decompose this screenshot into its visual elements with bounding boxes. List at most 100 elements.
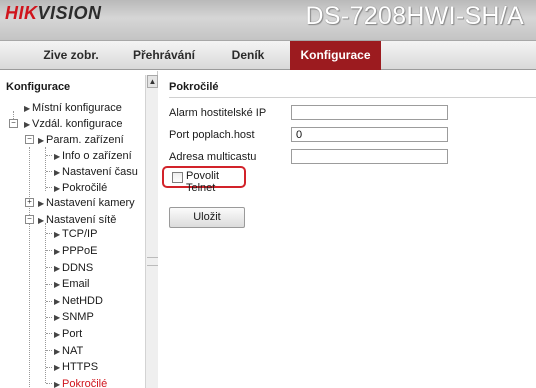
triangle-right-icon: ▶	[54, 363, 61, 372]
tree-line	[46, 267, 52, 268]
save-button[interactable]: Uložit	[169, 207, 245, 228]
multicast-address-input[interactable]	[291, 149, 448, 164]
alarm-host-ip-label: Alarm hostitelské IP	[169, 107, 267, 119]
triangle-right-icon: ▶	[24, 120, 31, 129]
tree-line	[45, 223, 46, 383]
sidebar-item-label: Nastavení sítě	[46, 214, 117, 226]
triangle-right-icon: ▶	[54, 297, 61, 306]
tree-line	[46, 233, 52, 234]
triangle-right-icon: ▶	[54, 264, 61, 273]
triangle-right-icon: ▶	[54, 230, 61, 239]
header-bar: HIKVISION DS-7208HWI-SH/A	[0, 0, 536, 40]
sidebar-item-label: NAT	[62, 345, 84, 357]
sidebar-item-device-info[interactable]: ▶ Info o zařízení	[54, 148, 132, 164]
sidebar-item-camera-settings[interactable]: ▶ Nastavení kamery	[38, 195, 135, 211]
triangle-right-icon: ▶	[54, 152, 61, 161]
expand-toggle[interactable]: +	[25, 198, 34, 207]
sidebar-item-label: Param. zařízení	[46, 134, 124, 146]
alarm-host-port-label: Port poplach.host	[169, 129, 255, 141]
tree-line	[46, 383, 52, 384]
sidebar-item-pppoe[interactable]: ▶ PPPoE	[54, 243, 97, 259]
triangle-right-icon: ▶	[38, 199, 45, 208]
sidebar-item-label: TCP/IP	[62, 228, 98, 240]
sidebar-scrollbar[interactable]: ▲	[145, 75, 158, 388]
sidebar-item-label: Vzdál. konfigurace	[32, 118, 123, 130]
sidebar-item-local-config[interactable]: ▶ Místní konfigurace	[24, 100, 122, 116]
tree-line	[29, 147, 30, 388]
collapse-toggle[interactable]: −	[25, 215, 34, 224]
tree-line	[46, 171, 52, 172]
triangle-right-icon: ▶	[54, 247, 61, 256]
sidebar-item-label: Pokročilé	[62, 182, 108, 194]
sidebar-item-network-advanced[interactable]: ▶ Pokročilé	[54, 376, 107, 388]
title-divider	[169, 97, 536, 98]
sidebar-item-label: PPPoE	[62, 245, 98, 257]
enable-telnet-label[interactable]: Povolit Telnet	[186, 170, 244, 194]
tree-line	[46, 250, 52, 251]
scroll-up-icon[interactable]: ▲	[147, 75, 158, 88]
sidebar-item-time-settings[interactable]: ▶ Nastavení času	[54, 164, 138, 180]
scroll-thumb[interactable]	[147, 257, 158, 266]
sidebar-item-remote-config[interactable]: ▶ Vzdál. konfigurace	[24, 116, 123, 132]
sidebar-item-label: Email	[62, 278, 90, 290]
triangle-right-icon: ▶	[54, 313, 61, 322]
sidebar-item-ddns[interactable]: ▶ DDNS	[54, 260, 93, 276]
alarm-host-ip-input[interactable]	[291, 105, 448, 120]
sidebar-item-email[interactable]: ▶ Email	[54, 276, 90, 292]
hikvision-logo: HIKVISION	[5, 3, 102, 24]
tab-log[interactable]: Deník	[208, 41, 288, 70]
tree-line	[46, 333, 52, 334]
tab-configuration[interactable]: Konfigurace	[290, 41, 381, 70]
tree-line	[45, 147, 46, 191]
main-panel: Pokročilé Alarm hostitelské IP Port popl…	[159, 71, 536, 388]
sidebar-item-label: HTTPS	[62, 361, 99, 373]
sidebar-item-label: Místní konfigurace	[32, 102, 122, 114]
tree-line	[46, 284, 52, 285]
sidebar-item-https[interactable]: ▶ HTTPS	[54, 359, 98, 375]
sidebar-item-tcpip[interactable]: ▶ TCP/IP	[54, 226, 97, 242]
multicast-address-label: Adresa multicastu	[169, 151, 257, 163]
sidebar-item-label: Info o zařízení	[62, 150, 132, 162]
tab-playback[interactable]: Přehrávání	[120, 41, 208, 70]
sidebar-title: Konfigurace	[6, 81, 71, 93]
logo-part-vision: VISION	[37, 3, 102, 23]
sidebar-item-label: Nastavení času	[62, 166, 138, 178]
sidebar-item-snmp[interactable]: ▶ SNMP	[54, 309, 94, 325]
sidebar-item-label: Pokročilé	[62, 378, 108, 388]
sidebar-item-label: DDNS	[62, 262, 94, 274]
sidebar-item-label: Nastavení kamery	[46, 197, 135, 209]
main-nav: Zive zobr. Přehrávání Deník Konfigurace	[0, 40, 536, 70]
sidebar-item-nat[interactable]: ▶ NAT	[54, 343, 83, 359]
tree-line	[46, 317, 52, 318]
sidebar-item-port[interactable]: ▶ Port	[54, 326, 82, 342]
app-window: HIKVISION DS-7208HWI-SH/A Zive zobr. Pře…	[0, 0, 536, 388]
tab-live-view[interactable]: Zive zobr.	[22, 41, 120, 70]
device-model: DS-7208HWI-SH/A	[305, 2, 524, 30]
logo-part-hik: HIK	[5, 3, 38, 23]
triangle-right-icon: ▶	[54, 168, 61, 177]
sidebar-item-label: SNMP	[62, 311, 94, 323]
collapse-toggle[interactable]: −	[9, 119, 18, 128]
sidebar-item-device-advanced[interactable]: ▶ Pokročilé	[54, 180, 107, 196]
page-title: Pokročilé	[169, 81, 219, 93]
telnet-highlight: Povolit Telnet	[162, 166, 246, 194]
triangle-right-icon: ▶	[54, 280, 61, 289]
triangle-right-icon: ▶	[54, 347, 61, 356]
triangle-right-icon: ▶	[38, 216, 45, 225]
alarm-host-port-input[interactable]	[291, 127, 448, 142]
tree-line	[46, 155, 52, 156]
tree-line	[46, 350, 52, 351]
collapse-toggle[interactable]: −	[25, 135, 34, 144]
triangle-right-icon: ▶	[24, 104, 31, 113]
sidebar: Konfigurace − − + − ▶ Místní konfigurace …	[0, 71, 158, 388]
triangle-right-icon: ▶	[54, 330, 61, 339]
enable-telnet-checkbox[interactable]	[172, 172, 183, 183]
triangle-right-icon: ▶	[38, 136, 45, 145]
sidebar-item-device-params[interactable]: ▶ Param. zařízení	[38, 132, 124, 148]
sidebar-item-label: Port	[62, 328, 83, 340]
sidebar-item-nethdd[interactable]: ▶ NetHDD	[54, 293, 103, 309]
tree-line	[46, 301, 52, 302]
triangle-right-icon: ▶	[54, 380, 61, 388]
tree-line	[46, 367, 52, 368]
tree-line	[46, 187, 52, 188]
